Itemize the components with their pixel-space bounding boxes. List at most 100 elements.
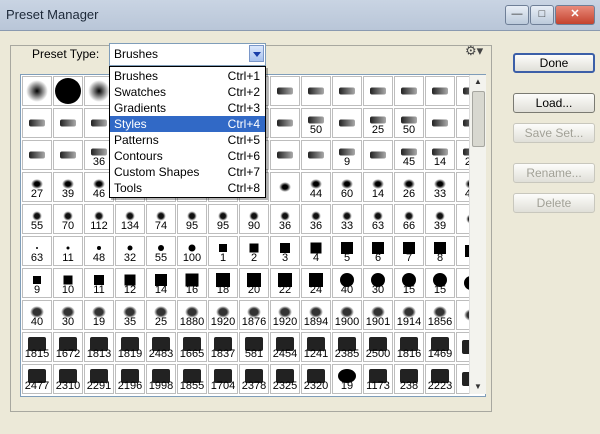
scroll-down-icon[interactable]: ▼ bbox=[470, 380, 486, 394]
done-button[interactable]: Done bbox=[513, 53, 595, 73]
brush-preset-cell[interactable]: 2 bbox=[239, 236, 269, 266]
brush-preset-cell[interactable]: 1920 bbox=[208, 300, 238, 330]
brush-preset-cell[interactable]: 1816 bbox=[394, 332, 424, 362]
brush-preset-cell[interactable]: 19 bbox=[84, 300, 114, 330]
brush-preset-cell[interactable]: 2310 bbox=[53, 364, 83, 394]
brush-preset-cell[interactable]: 33 bbox=[332, 204, 362, 234]
brush-preset-cell[interactable] bbox=[270, 172, 300, 202]
chevron-down-icon[interactable] bbox=[249, 45, 264, 62]
brush-preset-cell[interactable] bbox=[425, 108, 455, 138]
brush-preset-cell[interactable]: 2500 bbox=[363, 332, 393, 362]
brush-preset-cell[interactable]: 1920 bbox=[270, 300, 300, 330]
brush-preset-cell[interactable]: 36 bbox=[301, 204, 331, 234]
brush-preset-cell[interactable]: 1880 bbox=[177, 300, 207, 330]
brush-preset-cell[interactable]: 1665 bbox=[177, 332, 207, 362]
brush-preset-cell[interactable] bbox=[332, 76, 362, 106]
brush-preset-cell[interactable]: 1914 bbox=[394, 300, 424, 330]
delete-button[interactable]: Delete bbox=[513, 193, 595, 213]
brush-preset-cell[interactable]: 1469 bbox=[425, 332, 455, 362]
brush-preset-cell[interactable] bbox=[332, 108, 362, 138]
brush-preset-cell[interactable] bbox=[301, 140, 331, 170]
brush-preset-cell[interactable]: 10 bbox=[53, 268, 83, 298]
brush-preset-cell[interactable]: 55 bbox=[146, 236, 176, 266]
brush-preset-cell[interactable]: 74 bbox=[146, 204, 176, 234]
brush-preset-cell[interactable] bbox=[270, 108, 300, 138]
brush-preset-cell[interactable]: 1876 bbox=[239, 300, 269, 330]
maximize-icon[interactable]: □ bbox=[530, 5, 554, 25]
brush-preset-cell[interactable]: 1241 bbox=[301, 332, 331, 362]
brush-preset-cell[interactable]: 2378 bbox=[239, 364, 269, 394]
menu-item-tools[interactable]: Tools Ctrl+8 bbox=[110, 180, 265, 196]
menu-item-swatches[interactable]: Swatches Ctrl+2 bbox=[110, 84, 265, 100]
scroll-thumb[interactable] bbox=[472, 91, 485, 147]
brush-preset-cell[interactable]: 36 bbox=[270, 204, 300, 234]
brush-preset-cell[interactable]: 2291 bbox=[84, 364, 114, 394]
brush-preset-cell[interactable]: 14 bbox=[425, 140, 455, 170]
brush-preset-cell[interactable]: 35 bbox=[115, 300, 145, 330]
brush-preset-cell[interactable]: 25 bbox=[146, 300, 176, 330]
brush-preset-cell[interactable]: 1894 bbox=[301, 300, 331, 330]
brush-preset-cell[interactable]: 8 bbox=[425, 236, 455, 266]
brush-preset-cell[interactable]: 581 bbox=[239, 332, 269, 362]
brush-preset-cell[interactable]: 20 bbox=[239, 268, 269, 298]
brush-preset-cell[interactable]: 18 bbox=[208, 268, 238, 298]
menu-item-gradients[interactable]: Gradients Ctrl+3 bbox=[110, 100, 265, 116]
load-button[interactable]: Load... bbox=[513, 93, 595, 113]
brush-preset-cell[interactable] bbox=[270, 76, 300, 106]
brush-preset-cell[interactable]: 2325 bbox=[270, 364, 300, 394]
brush-preset-cell[interactable]: 2223 bbox=[425, 364, 455, 394]
brush-preset-cell[interactable]: 32 bbox=[115, 236, 145, 266]
brush-preset-cell[interactable]: 39 bbox=[425, 204, 455, 234]
brush-preset-cell[interactable] bbox=[53, 108, 83, 138]
brush-preset-cell[interactable]: 45 bbox=[394, 140, 424, 170]
brush-preset-cell[interactable]: 55 bbox=[22, 204, 52, 234]
brush-preset-cell[interactable]: 16 bbox=[177, 268, 207, 298]
brush-preset-cell[interactable]: 1837 bbox=[208, 332, 238, 362]
brush-preset-cell[interactable] bbox=[425, 76, 455, 106]
gear-icon[interactable]: ⚙▾ bbox=[465, 43, 483, 59]
brush-preset-cell[interactable]: 63 bbox=[22, 236, 52, 266]
brush-preset-cell[interactable]: 15 bbox=[394, 268, 424, 298]
brush-preset-cell[interactable]: 50 bbox=[394, 108, 424, 138]
brush-preset-cell[interactable] bbox=[363, 140, 393, 170]
menu-item-brushes[interactable]: Brushes Ctrl+1 bbox=[110, 68, 265, 84]
brush-preset-cell[interactable] bbox=[22, 108, 52, 138]
brush-preset-cell[interactable]: 1819 bbox=[115, 332, 145, 362]
brush-preset-cell[interactable]: 100 bbox=[177, 236, 207, 266]
brush-preset-cell[interactable]: 22 bbox=[270, 268, 300, 298]
scroll-up-icon[interactable]: ▲ bbox=[470, 75, 486, 89]
brush-preset-cell[interactable]: 95 bbox=[208, 204, 238, 234]
vertical-scrollbar[interactable]: ▲ ▼ bbox=[469, 75, 486, 394]
close-icon[interactable]: ✕ bbox=[555, 5, 595, 25]
brush-preset-cell[interactable] bbox=[394, 76, 424, 106]
brush-preset-cell[interactable]: 3 bbox=[270, 236, 300, 266]
save-set-button[interactable]: Save Set... bbox=[513, 123, 595, 143]
minimize-icon[interactable]: ― bbox=[505, 5, 529, 25]
brush-preset-cell[interactable]: 9 bbox=[332, 140, 362, 170]
brush-preset-cell[interactable]: 5 bbox=[332, 236, 362, 266]
brush-preset-cell[interactable]: 1901 bbox=[363, 300, 393, 330]
brush-preset-cell[interactable]: 2483 bbox=[146, 332, 176, 362]
brush-preset-cell[interactable]: 6 bbox=[363, 236, 393, 266]
brush-preset-cell[interactable]: 26 bbox=[394, 172, 424, 202]
menu-item-contours[interactable]: Contours Ctrl+6 bbox=[110, 148, 265, 164]
brush-preset-cell[interactable]: 1856 bbox=[425, 300, 455, 330]
brush-preset-cell[interactable]: 7 bbox=[394, 236, 424, 266]
menu-item-custom-shapes[interactable]: Custom Shapes Ctrl+7 bbox=[110, 164, 265, 180]
brush-preset-cell[interactable]: 66 bbox=[394, 204, 424, 234]
brush-preset-cell[interactable]: 1813 bbox=[84, 332, 114, 362]
brush-preset-cell[interactable]: 90 bbox=[239, 204, 269, 234]
rename-button[interactable]: Rename... bbox=[513, 163, 595, 183]
brush-preset-cell[interactable]: 4 bbox=[301, 236, 331, 266]
brush-preset-cell[interactable] bbox=[22, 140, 52, 170]
brush-preset-cell[interactable]: 1 bbox=[208, 236, 238, 266]
brush-preset-cell[interactable]: 9 bbox=[22, 268, 52, 298]
brush-preset-cell[interactable] bbox=[53, 140, 83, 170]
brush-preset-cell[interactable]: 15 bbox=[425, 268, 455, 298]
brush-preset-cell[interactable]: 14 bbox=[146, 268, 176, 298]
brush-preset-cell[interactable]: 1815 bbox=[22, 332, 52, 362]
brush-preset-cell[interactable]: 2477 bbox=[22, 364, 52, 394]
brush-preset-cell[interactable]: 12 bbox=[115, 268, 145, 298]
brush-preset-cell[interactable]: 70 bbox=[53, 204, 83, 234]
brush-preset-cell[interactable]: 1704 bbox=[208, 364, 238, 394]
